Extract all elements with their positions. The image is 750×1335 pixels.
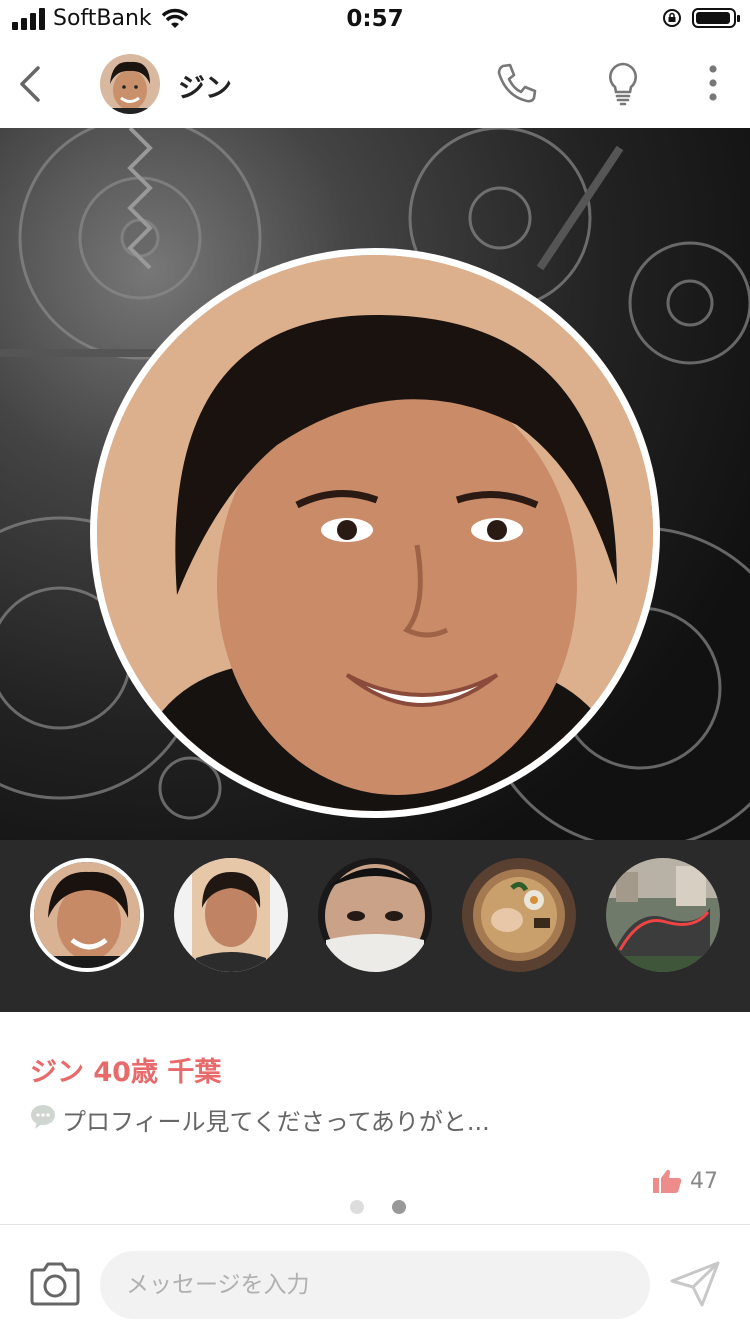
thumbnail-photo-1[interactable]	[30, 858, 144, 972]
contact-name[interactable]: ジン	[178, 66, 232, 105]
main-profile-photo[interactable]	[90, 248, 660, 818]
rotation-lock-icon	[663, 9, 681, 27]
thumbnail-photo-4[interactable]	[462, 858, 576, 972]
send-icon[interactable]	[668, 1259, 722, 1309]
photo-thumbnail-strip	[0, 840, 750, 1012]
thumbnail-photo-3[interactable]	[318, 858, 432, 972]
camera-icon[interactable]	[28, 1261, 82, 1307]
more-icon[interactable]	[690, 60, 736, 106]
phone-icon[interactable]	[494, 60, 540, 106]
profile-title: ジン 40歳 千葉	[30, 1057, 222, 1088]
like-count: 47	[690, 1168, 718, 1194]
profile-message: プロフィール見てくださってありがと...	[62, 1108, 490, 1136]
lightbulb-icon[interactable]	[600, 60, 646, 106]
profile-cover	[0, 128, 750, 840]
status-bar: SoftBank 0:57	[0, 0, 750, 40]
thumbnail-photo-5[interactable]	[606, 858, 720, 972]
likes-counter: 47	[652, 1168, 718, 1194]
thumbs-up-icon	[653, 1169, 682, 1193]
chat-bubble-icon	[31, 1105, 55, 1129]
page-indicator	[350, 1200, 406, 1214]
avatar[interactable]	[100, 54, 160, 114]
message-input[interactable]	[100, 1251, 650, 1319]
profile-card[interactable]: ジン 40歳 千葉 プロフィール見てくださってありがと... 47	[0, 1012, 750, 1224]
page-dot-1[interactable]	[350, 1200, 364, 1214]
back-icon[interactable]	[14, 62, 48, 106]
chat-header: ジン	[0, 40, 750, 128]
battery-icon	[692, 8, 740, 28]
thumbnail-photo-2[interactable]	[174, 858, 288, 972]
page-dot-2[interactable]	[392, 1200, 406, 1214]
clock: 0:57	[346, 6, 404, 32]
message-composer	[0, 1224, 750, 1335]
